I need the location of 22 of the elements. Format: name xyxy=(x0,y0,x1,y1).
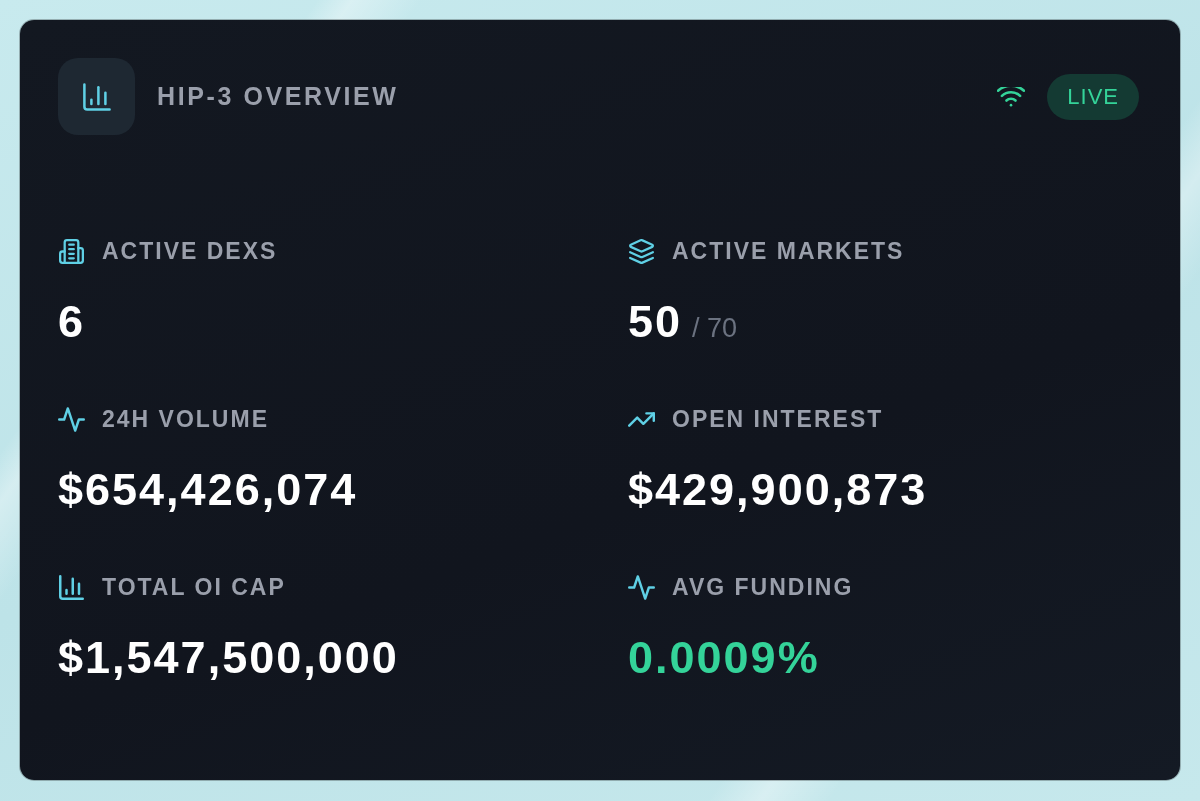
stat-label: 24H VOLUME xyxy=(102,405,269,433)
stat-label: TOTAL OI CAP xyxy=(102,573,286,601)
stat-value: $654,426,074 xyxy=(58,466,358,514)
live-status-badge: LIVE xyxy=(1047,73,1139,120)
stat-value: $429,900,873 xyxy=(628,466,928,514)
stat-value: 6 xyxy=(58,298,86,346)
stat-value: 0.0009% xyxy=(628,634,820,682)
stat-value: 50 xyxy=(628,298,683,346)
stat-label: OPEN INTEREST xyxy=(672,405,884,433)
stat-label: ACTIVE MARKETS xyxy=(672,237,905,265)
stat-total: / 70 xyxy=(692,313,738,344)
bar-chart-icon xyxy=(58,574,85,600)
bar-chart-icon xyxy=(58,58,135,135)
stat-label: AVG FUNDING xyxy=(672,573,854,601)
layers-icon xyxy=(628,238,655,264)
pulse-icon xyxy=(58,406,85,432)
building-icon xyxy=(58,238,85,264)
stat-label: ACTIVE DEXS xyxy=(102,237,278,265)
wifi-icon xyxy=(997,86,1026,107)
stat-value: $1,547,500,000 xyxy=(58,634,399,682)
card-title: HIP-3 OVERVIEW xyxy=(157,82,399,111)
pulse-icon xyxy=(628,574,655,600)
